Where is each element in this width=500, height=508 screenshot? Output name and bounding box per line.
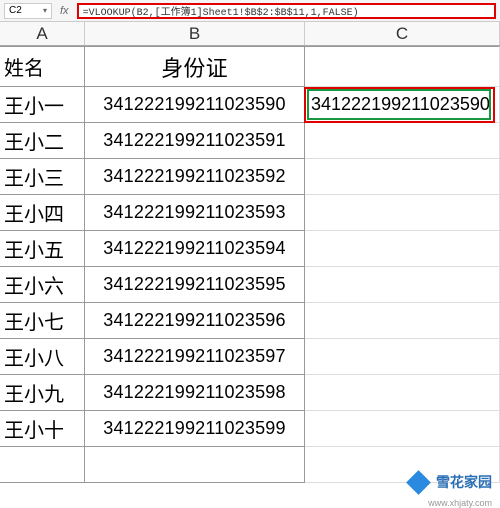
- spreadsheet-grid[interactable]: 姓名 身份证 王小一341222199211023590341222199211…: [0, 46, 500, 483]
- cell-c2[interactable]: 341222199211023590: [305, 87, 500, 123]
- header-name[interactable]: 姓名: [0, 46, 85, 87]
- col-header-c[interactable]: C: [305, 22, 500, 45]
- col-header-a[interactable]: A: [0, 22, 85, 45]
- table-row: 王小六341222199211023595: [0, 267, 500, 303]
- table-header-row: 姓名 身份证: [0, 46, 500, 87]
- table-row: 王小十341222199211023599: [0, 411, 500, 447]
- table-row: 王小七341222199211023596: [0, 303, 500, 339]
- name-box-value: C2: [9, 5, 22, 16]
- table-row: 王小九341222199211023598: [0, 375, 500, 411]
- table-row: 王小二341222199211023591: [0, 123, 500, 159]
- fx-icon[interactable]: fx: [60, 5, 69, 17]
- chevron-down-icon: ▾: [43, 6, 47, 15]
- table-row: 王小四341222199211023593: [0, 195, 500, 231]
- name-box[interactable]: C2 ▾: [4, 3, 52, 19]
- table-row: 王小一341222199211023590341222199211023590: [0, 87, 500, 123]
- watermark-text: 雪花家园: [436, 472, 492, 492]
- table-row: 王小三341222199211023592: [0, 159, 500, 195]
- formula-text: =VLOOKUP(B2,[工作簿1]Sheet1!$B$2:$B$11,1,FA…: [83, 3, 359, 19]
- column-headers: A B C: [0, 22, 500, 46]
- formula-bar: C2 ▾ fx =VLOOKUP(B2,[工作簿1]Sheet1!$B$2:$B…: [0, 0, 500, 22]
- cell-c1[interactable]: [305, 46, 500, 87]
- watermark: 雪花家园: [406, 470, 492, 494]
- formula-input[interactable]: =VLOOKUP(B2,[工作簿1]Sheet1!$B$2:$B$11,1,FA…: [77, 3, 496, 19]
- table-row: 王小五341222199211023594: [0, 231, 500, 267]
- header-id[interactable]: 身份证: [85, 46, 305, 87]
- table-row: 王小八341222199211023597: [0, 339, 500, 375]
- col-header-b[interactable]: B: [85, 22, 305, 45]
- snowflake-icon: [406, 470, 430, 494]
